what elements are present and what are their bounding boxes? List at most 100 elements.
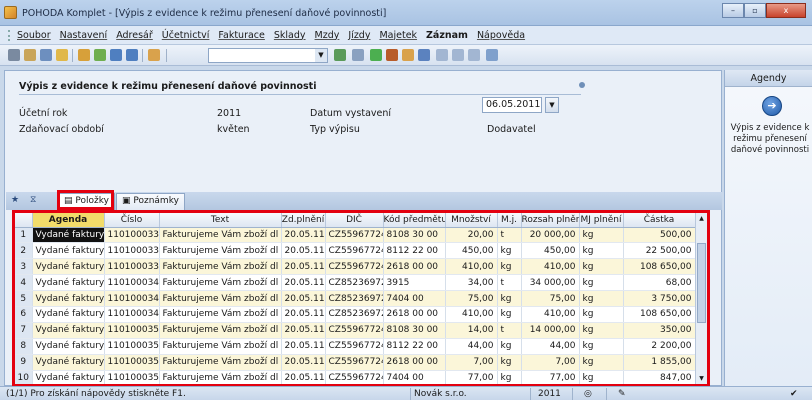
menu-sklady[interactable]: Sklady xyxy=(274,30,306,41)
menu-ucetnictvi[interactable]: Účetnictví xyxy=(162,30,210,41)
table-cell[interactable]: 20.05.11 xyxy=(281,242,326,260)
table-row[interactable]: 5 Vydané faktury 110100034 Fakturujeme Vám … xyxy=(15,290,696,307)
table-cell[interactable]: 3 750,00 xyxy=(623,290,696,307)
table-cell[interactable]: 410,00 xyxy=(445,306,498,323)
scroll-thumb[interactable] xyxy=(697,243,706,323)
table-cell[interactable]: 7404 00 xyxy=(383,290,446,307)
form-collapse-icon[interactable] xyxy=(579,82,585,88)
table-cell[interactable]: Vydané faktury xyxy=(32,227,105,244)
table-cell[interactable]: 110100033 xyxy=(104,227,160,244)
confirm-icon[interactable] xyxy=(94,49,106,61)
table-cell[interactable]: Vydané faktury xyxy=(32,306,105,323)
column-header[interactable]: M.j. xyxy=(497,213,522,228)
table-cell[interactable]: CZ85236972 xyxy=(325,290,384,307)
lock-icon[interactable] xyxy=(402,49,414,61)
table-row[interactable]: 8 Vydané faktury 110100035 Fakturujeme Vám … xyxy=(15,338,696,355)
table-cell[interactable]: Fakturujeme Vám zboží dl xyxy=(159,322,282,339)
link-icon[interactable] xyxy=(352,49,364,61)
table-cell[interactable]: 110100034 xyxy=(104,290,160,307)
menu-napoveda[interactable]: Nápověda xyxy=(477,30,525,41)
table-cell[interactable]: Vydané faktury xyxy=(32,242,105,260)
table-cell[interactable]: 1 855,00 xyxy=(623,354,696,371)
table-cell[interactable]: 110100034 xyxy=(104,306,160,323)
table-cell[interactable]: 20,00 xyxy=(445,227,498,244)
table-cell[interactable]: t xyxy=(497,322,522,339)
table-cell[interactable]: CZ85236972 xyxy=(325,306,384,323)
close-button[interactable]: x xyxy=(766,3,806,18)
excel-icon[interactable] xyxy=(334,49,346,61)
table-cell[interactable]: 20.05.11 xyxy=(281,322,326,339)
save-copy-icon[interactable] xyxy=(126,49,138,61)
column-header[interactable]: Agenda xyxy=(32,213,105,228)
table-cell[interactable]: kg xyxy=(579,274,624,292)
column-header[interactable]: Zd.plnění xyxy=(281,213,326,228)
table-cell[interactable]: Vydané faktury xyxy=(32,258,105,276)
table-cell[interactable]: 68,00 xyxy=(623,274,696,292)
table-cell[interactable]: Vydané faktury xyxy=(32,370,105,384)
table-cell[interactable]: Vydané faktury xyxy=(32,290,105,307)
table-cell[interactable]: 847,00 xyxy=(623,370,696,384)
table-cell[interactable]: 410,00 xyxy=(445,258,498,276)
table-cell[interactable]: Vydané faktury xyxy=(32,338,105,355)
table-cell[interactable]: kg xyxy=(579,322,624,339)
table-cell[interactable]: 14,00 xyxy=(445,322,498,339)
table-cell[interactable]: 8112 22 00 xyxy=(383,338,446,355)
table-cell[interactable]: 20 000,00 xyxy=(521,227,580,244)
table-cell[interactable]: 77,00 xyxy=(521,370,580,384)
column-header[interactable]: Množství xyxy=(445,213,498,228)
table-cell[interactable]: Fakturujeme Vám zboží dl xyxy=(159,258,282,276)
table-cell[interactable]: 8112 22 00 xyxy=(383,242,446,260)
column-header[interactable]: Částka xyxy=(623,213,696,228)
table-cell[interactable]: kg xyxy=(579,242,624,260)
table-cell[interactable]: Fakturujeme Vám zboží dl xyxy=(159,242,282,260)
table-row[interactable]: 1 Vydané faktury 110100033 Fakturujeme Vám … xyxy=(15,227,696,244)
table-cell[interactable]: 110100033 xyxy=(104,242,160,260)
column-header[interactable]: DIČ xyxy=(325,213,384,228)
table-cell[interactable]: CZ55967724 xyxy=(325,242,384,260)
table-cell[interactable]: 110100035 xyxy=(104,322,160,339)
table-cell[interactable]: kg xyxy=(497,354,522,371)
table-cell[interactable]: Fakturujeme Vám zboží dl xyxy=(159,354,282,371)
obdobi-value[interactable]: květen xyxy=(217,124,250,135)
minimize-button[interactable]: – xyxy=(722,3,744,18)
menu-jizdy[interactable]: Jízdy xyxy=(348,30,370,41)
table-cell[interactable]: 350,00 xyxy=(623,322,696,339)
table-cell[interactable]: kg xyxy=(497,370,522,384)
table-cell[interactable]: CZ55967724 xyxy=(325,354,384,371)
table-cell[interactable]: Fakturujeme Vám zboží dl xyxy=(159,274,282,292)
scroll-up-icon[interactable]: ▲ xyxy=(696,213,707,224)
table-cell[interactable]: 7,00 xyxy=(445,354,498,371)
table-cell[interactable]: 7,00 xyxy=(521,354,580,371)
table-cell[interactable]: 75,00 xyxy=(521,290,580,307)
chevron-down-icon[interactable]: ▼ xyxy=(315,49,327,62)
column-header[interactable]: Kód předmětu xyxy=(383,213,446,228)
table-cell[interactable]: kg xyxy=(497,306,522,323)
menu-fakturace[interactable]: Fakturace xyxy=(218,30,264,41)
table-cell[interactable]: 34 000,00 xyxy=(521,274,580,292)
table-cell[interactable]: 77,00 xyxy=(445,370,498,384)
undo-icon[interactable] xyxy=(78,49,90,61)
list-icon[interactable] xyxy=(468,49,480,61)
table-row[interactable]: 6 Vydané faktury 110100034 Fakturujeme Vám … xyxy=(15,306,696,323)
table-cell[interactable]: CZ55967724 xyxy=(325,258,384,276)
table-cell[interactable]: 2618 00 00 xyxy=(383,258,446,276)
table-cell[interactable]: 108 650,00 xyxy=(623,306,696,323)
table-cell[interactable]: 2618 00 00 xyxy=(383,306,446,323)
table-cell[interactable]: CZ55967724 xyxy=(325,322,384,339)
table-cell[interactable]: 500,00 xyxy=(623,227,696,244)
table-cell[interactable]: CZ55967724 xyxy=(325,227,384,244)
agenda-description[interactable]: Výpis z evidence k režimu přenesení daňo… xyxy=(728,123,812,156)
table-cell[interactable]: CZ55967724 xyxy=(325,338,384,355)
table-cell[interactable]: 450,00 xyxy=(521,242,580,260)
table-cell[interactable]: kg xyxy=(579,370,624,384)
table-cell[interactable]: kg xyxy=(579,306,624,323)
column-header[interactable]: Text xyxy=(159,213,282,228)
table-cell[interactable]: kg xyxy=(579,290,624,307)
table-cell[interactable]: kg xyxy=(497,338,522,355)
table-cell[interactable]: kg xyxy=(579,227,624,244)
column-header[interactable]: Rozsah plnění xyxy=(521,213,580,228)
vertical-scrollbar[interactable]: ▲ ▼ xyxy=(695,213,707,384)
table-cell[interactable]: kg xyxy=(579,338,624,355)
menu-majetek[interactable]: Majetek xyxy=(379,30,417,41)
menu-mzdy[interactable]: Mzdy xyxy=(315,30,340,41)
